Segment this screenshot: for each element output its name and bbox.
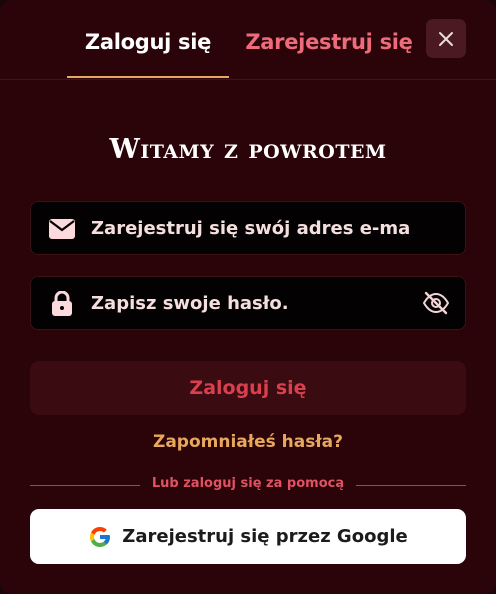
login-modal: Zaloguj się Zarejestruj się Witamy z pow… — [0, 0, 496, 594]
login-button[interactable]: Zaloguj się — [30, 361, 466, 415]
forgot-password-link[interactable]: Zapomniałeś hasła? — [0, 432, 496, 452]
password-field — [30, 276, 466, 330]
lock-icon — [47, 291, 77, 316]
close-button[interactable] — [426, 19, 466, 58]
divider-line-right — [356, 485, 466, 486]
divider-text: Lub zaloguj się za pomocą — [151, 476, 345, 491]
email-field — [30, 201, 466, 255]
google-signin-button[interactable]: Zarejestruj się przez Google — [30, 509, 466, 564]
tab-register[interactable]: Zarejestruj się — [241, 30, 417, 78]
tab-login[interactable]: Zaloguj się — [67, 30, 229, 78]
page-title: Witamy z powrotem — [109, 134, 387, 165]
google-icon — [90, 526, 111, 547]
envelope-icon — [47, 217, 77, 241]
close-icon — [439, 31, 453, 46]
divider-line-left — [30, 485, 140, 486]
divider: Lub zaloguj się za pomocą — [30, 476, 466, 496]
password-input[interactable] — [91, 277, 411, 329]
auth-tabs: Zaloguj się Zarejestruj się — [0, 0, 496, 80]
google-button-label: Zarejestruj się przez Google — [122, 526, 408, 547]
eye-off-icon[interactable] — [421, 290, 451, 316]
email-input[interactable] — [91, 202, 411, 254]
